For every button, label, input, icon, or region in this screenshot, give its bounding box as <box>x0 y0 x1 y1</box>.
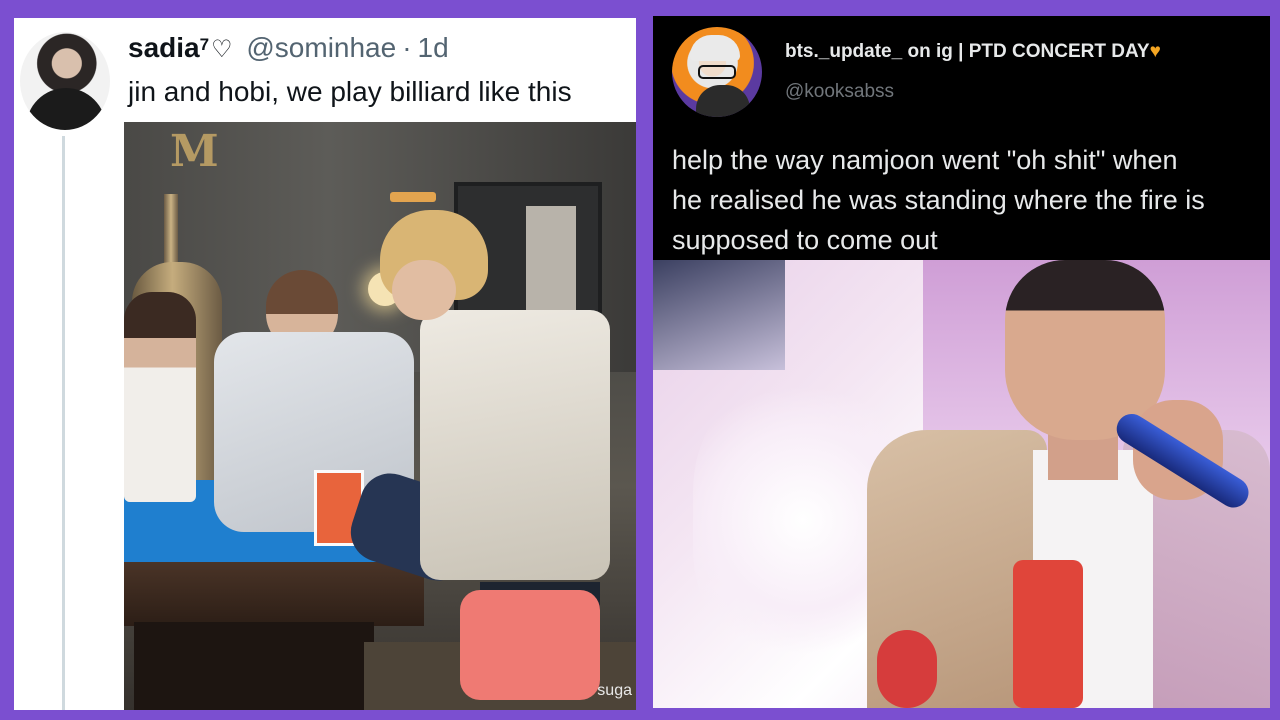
user-handle[interactable]: @kooksabss <box>785 79 894 105</box>
avatar[interactable] <box>672 27 762 117</box>
heart-outline-icon: ♡ <box>211 36 233 63</box>
media-light-sign <box>390 192 436 202</box>
left-tweet-card: sadia7♡ @sominhae · 1d jin and hobi, we pl… <box>14 18 636 710</box>
user-handle[interactable]: @sominhae <box>246 32 396 63</box>
media-flower-pattern <box>877 630 937 708</box>
media-table-base <box>134 622 374 710</box>
display-name[interactable]: bts._update_ on ig | PTD CONCERT DAY <box>785 41 1150 62</box>
avatar-glasses <box>698 65 736 79</box>
media-person-right-jacket <box>420 310 610 580</box>
tweet-header: bts._update_ on ig | PTD CONCERT DAY♥ <box>785 38 1161 66</box>
media-flower-pattern <box>1013 560 1083 708</box>
tweet-text-line: help the way namjoon went "oh shit" when <box>672 145 1178 175</box>
media-person-right <box>380 210 636 710</box>
tweet-header: sadia7♡ @sominhae · 1d <box>128 30 449 68</box>
tweet-media-video[interactable]: M suga <box>124 122 636 710</box>
name-superscript: 7 <box>199 35 210 54</box>
right-tweet-card: bts._update_ on ig | PTD CONCERT DAY♥ @k… <box>653 16 1270 708</box>
tweet-text: help the way namjoon went "oh shit" when… <box>672 140 1270 260</box>
media-table-rail <box>124 562 424 626</box>
thread-line <box>62 136 65 710</box>
media-watermark: suga <box>597 682 632 699</box>
avatar-figure <box>26 88 106 130</box>
avatar-figure <box>696 85 750 117</box>
media-singer-head <box>1005 260 1165 440</box>
timestamp[interactable]: 1d <box>418 32 449 63</box>
avatar[interactable] <box>20 32 110 130</box>
media-stage-screen <box>653 260 785 370</box>
tweet-media-video[interactable] <box>653 260 1270 708</box>
tweet-text-line: he realised he was standing where the fi… <box>672 185 1205 215</box>
tweet-text: jin and hobi, we play billiard like this <box>128 76 572 107</box>
media-person-right-face <box>392 260 456 320</box>
media-person-right-shorts <box>460 590 600 700</box>
separator: · <box>402 32 412 63</box>
orange-heart-icon: ♥ <box>1149 41 1161 62</box>
media-sign: M <box>170 126 219 177</box>
display-name[interactable]: sadia <box>128 32 200 63</box>
avatar-hat <box>690 35 740 61</box>
tweet-text-line: supposed to come out <box>672 225 938 255</box>
